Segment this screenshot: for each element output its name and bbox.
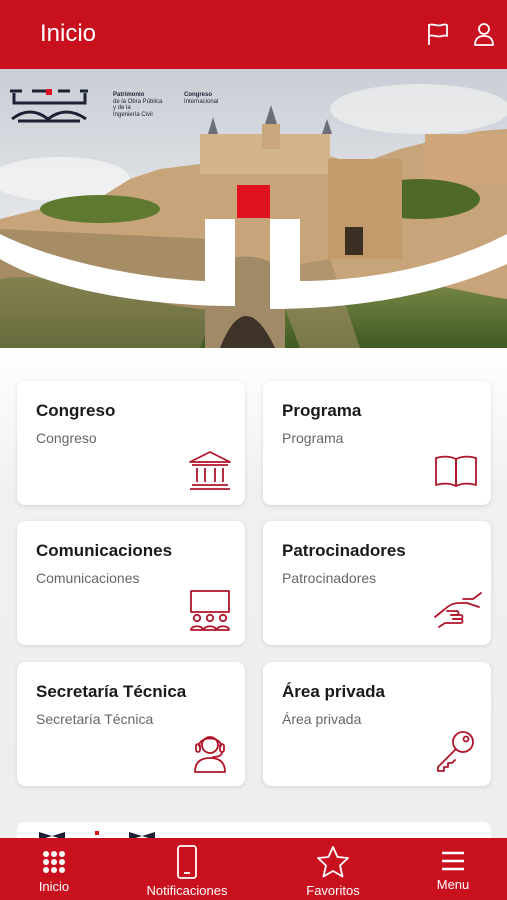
nav-inicio[interactable]: Inicio	[14, 838, 94, 900]
hero-image	[0, 69, 507, 348]
card-title: Patrocinadores	[282, 541, 406, 560]
book-icon	[433, 447, 479, 493]
institution-icon	[187, 447, 233, 493]
key-icon	[433, 728, 479, 774]
headset-icon	[187, 728, 233, 774]
hero-banner: Patrimonio de la Obra Pública y de la In…	[0, 69, 507, 348]
nav-favoritos[interactable]: Favoritos	[293, 838, 373, 900]
nav-label: Inicio	[38, 879, 70, 894]
nav-label: Menu	[436, 877, 470, 892]
nav-notificaciones[interactable]: Notificaciones	[137, 838, 237, 900]
menu-cards: Congreso Congreso Programa Programa Comu…	[0, 348, 507, 838]
card-title: Comunicaciones	[36, 541, 173, 560]
presentation-icon	[187, 587, 233, 633]
card-programa[interactable]: Programa Programa	[263, 381, 491, 505]
card-subtitle: Comunicaciones	[36, 570, 140, 586]
handshake-icon	[433, 587, 482, 633]
card-patrocinadores[interactable]: Patrocinadores Patrocinadores	[263, 521, 491, 645]
bottom-navigation: Inicio Notificaciones Favoritos Menu	[0, 838, 507, 900]
card-subtitle: Patrocinadores	[282, 570, 377, 586]
card-subtitle: Secretaría Técnica	[36, 711, 154, 727]
flag-icon[interactable]	[424, 20, 452, 48]
card-title: Programa	[282, 401, 362, 420]
nav-label: Favoritos	[306, 883, 360, 898]
nav-label: Notificaciones	[146, 883, 228, 898]
card-title: Congreso	[36, 401, 116, 420]
brand-square	[237, 185, 270, 218]
logo-line: Ingeniería Civil	[113, 111, 153, 118]
card-comunicaciones[interactable]: Comunicaciones Comunicaciones	[17, 521, 245, 645]
star-icon	[316, 845, 350, 884]
logo-text: Patrimonio de la Obra Pública y de la In…	[113, 92, 183, 118]
page-title: Inicio	[40, 20, 97, 47]
congreso-text: Congreso Internacional	[184, 92, 244, 105]
nav-menu[interactable]: Menu	[417, 838, 489, 900]
card-title: Área privada	[282, 682, 385, 701]
grid-icon	[42, 850, 66, 879]
card-area-privada[interactable]: Área privada Área privada	[263, 662, 491, 786]
phone-icon	[176, 845, 198, 884]
card-subtitle: Congreso	[36, 430, 97, 446]
logo-line: Internacional	[184, 98, 219, 105]
card-subtitle: Área privada	[282, 711, 362, 727]
user-icon[interactable]	[470, 20, 498, 48]
card-congreso[interactable]: Congreso Congreso	[17, 381, 245, 505]
top-app-bar: Inicio	[0, 0, 507, 69]
hamburger-icon	[441, 851, 465, 876]
card-subtitle: Programa	[282, 430, 344, 446]
card-secretaria[interactable]: Secretaría Técnica Secretaría Técnica	[17, 662, 245, 786]
card-title: Secretaría Técnica	[36, 682, 187, 701]
